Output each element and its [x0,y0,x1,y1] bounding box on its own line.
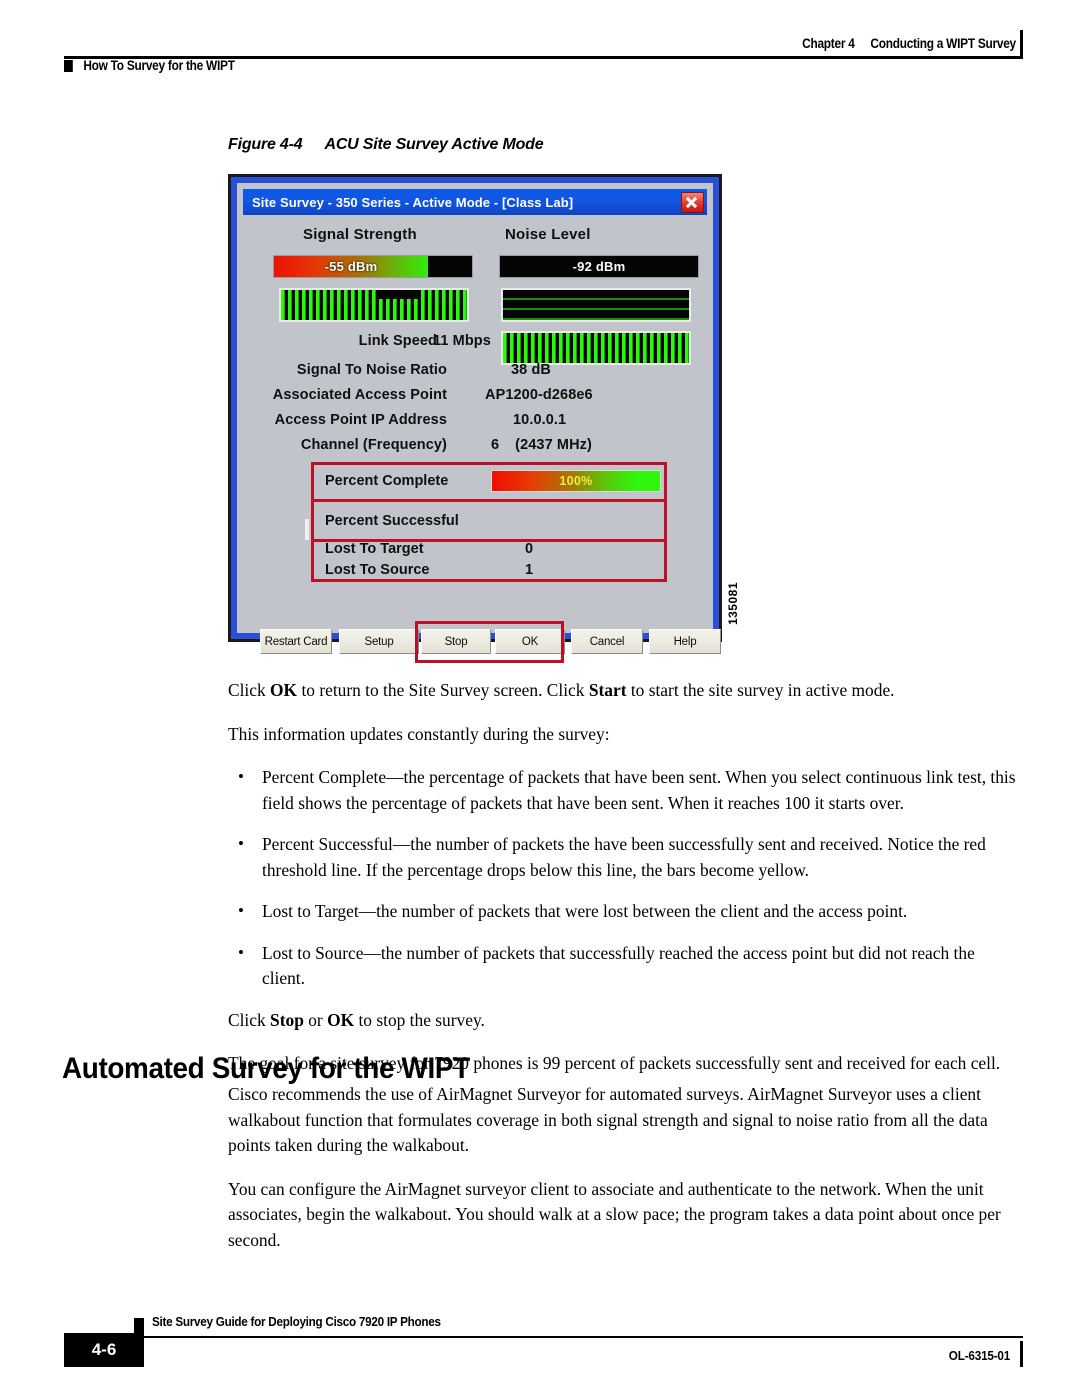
cancel-button[interactable]: Cancel [571,629,643,654]
signal-strength-history-graph [279,288,469,322]
header-chapter-info: Chapter 4 Conducting a WIPT Survey [802,36,1016,51]
p1-start-bold: Start [588,680,627,700]
list-item: Lost to Target—the number of packets tha… [228,898,1016,925]
noise-level-readout: -92 dBm [499,255,699,278]
signal-strength-heading: Signal Strength [303,226,417,243]
page-number-badge: 4-6 [64,1333,144,1367]
noise-level-bars [503,333,689,363]
noise-history-lines [503,290,689,320]
p3-part-a: Click [228,1009,271,1030]
signal-to-noise-ratio-label: Signal To Noise Ratio [296,362,447,378]
header-chapter-title: Conducting a WIPT Survey [870,36,1017,51]
help-button[interactable]: Help [649,629,721,654]
close-icon[interactable] [681,191,704,213]
dialog-inner-frame: Site Survey - 350 Series - Active Mode -… [234,180,721,663]
footer-guide-title: Site Survey Guide for Deploying Cisco 79… [152,1314,441,1329]
p1-part-a: Click [228,680,271,700]
body-text-block: Click OK to return to the Site Survey sc… [228,678,1016,1095]
noise-history-graph [501,288,691,322]
footer-rule [64,1335,1023,1338]
dialog-outer-frame: Site Survey - 350 Series - Active Mode -… [228,174,722,663]
p1-ok-bold: OK [270,680,298,700]
paragraph-airmagnet-recommendation: Cisco recommends the use of AirMagnet Su… [228,1084,988,1155]
signal-strength-empty-region [428,256,472,277]
footer-document-number: OL-6315-01 [948,1348,1010,1363]
figure-id-number: 135081 [726,582,740,626]
signal-history-bars [281,290,467,320]
dialog-body: Signal Strength Noise Level -55 dBm -92 … [243,215,721,663]
setup-button[interactable]: Setup [339,629,419,654]
list-item: Lost to Source—the number of packets tha… [228,940,1016,992]
p1-part-c: to return to the Site Survey screen. Cli… [297,680,589,700]
dialog-title-text: Site Survey - 350 Series - Active Mode -… [252,194,574,210]
figure-caption: Figure 4-4 ACU Site Survey Active Mode [228,136,544,154]
paragraph-updates-constantly: This information updates constantly duri… [228,723,610,744]
access-point-ip-value: 10.0.0.1 [513,412,567,428]
signal-strength-value: -55 dBm [324,259,378,274]
noise-level-value: -92 dBm [572,259,626,274]
percent-successful-bar [305,518,309,540]
p3-ok-bold: OK [327,1009,355,1030]
list-item: Percent Complete—the percentage of packe… [228,764,1016,816]
header-tick-mark [1020,30,1023,56]
signal-strength-readout: -55 dBm [273,255,473,278]
footer-square-bullet-icon [134,1318,144,1333]
header-section-title: How To Survey for the WIPT [83,58,235,73]
page-title: Automated Survey for the WIPT [62,1052,470,1086]
channel-frequency-label: Channel (Frequency) [300,437,447,453]
section-text-block: Cisco recommends the use of AirMagnet Su… [228,1082,1016,1271]
associated-access-point-label: Associated Access Point [272,387,447,403]
noise-level-bar-graph [501,331,691,365]
link-speed-label: Link Speed [358,333,437,349]
paragraph-click-ok: Click OK to return to the Site Survey sc… [228,678,1016,704]
header-section-info: How To Survey for the WIPT [64,58,235,73]
page-footer: Site Survey Guide for Deploying Cisco 79… [0,1287,1080,1397]
footer-tick-mark [1020,1341,1023,1367]
figure-number: Figure 4-4 [228,136,303,153]
noise-level-heading: Noise Level [505,226,591,243]
p3-stop-bold: Stop [270,1009,304,1030]
paragraph-airmagnet-configuration: You can configure the AirMagnet surveyor… [228,1178,1001,1250]
header-square-bullet-icon [64,59,73,72]
signal-history-notch [379,290,419,299]
signal-to-noise-ratio-value: 38 dB [511,362,551,378]
channel-frequency-mhz: (2437 MHz) [515,437,592,453]
header-chapter-number: Chapter 4 [802,36,855,51]
p1-part-e: to start the site survey in active mode. [626,680,895,700]
paragraph-click-stop-or-ok: Click Stop or OK to stop the survey. [228,1008,1016,1034]
survey-field-bullet-list: Percent Complete—the percentage of packe… [228,764,1016,992]
dialog-title-bar: Site Survey - 350 Series - Active Mode -… [243,189,707,215]
page-header: Chapter 4 Conducting a WIPT Survey How To… [0,0,1080,86]
channel-frequency-value: 6 (2437 MHz) [491,437,592,453]
access-point-ip-label: Access Point IP Address [274,412,447,428]
site-survey-dialog-figure: Site Survey - 350 Series - Active Mode -… [228,174,722,663]
figure-title: ACU Site Survey Active Mode [324,136,544,153]
list-item: Percent Successful—the number of packets… [228,831,1016,883]
channel-number: 6 [491,437,500,453]
p3-part-e: to stop the survey. [354,1009,485,1030]
restart-card-button[interactable]: Restart Card [260,629,332,654]
stats-callout-highlight [311,462,667,582]
associated-access-point-value: AP1200-d268e6 [485,387,593,403]
stop-ok-callout-highlight [415,621,564,663]
p3-part-c: or [303,1009,328,1030]
link-speed-value: 11 Mbps [433,333,491,349]
